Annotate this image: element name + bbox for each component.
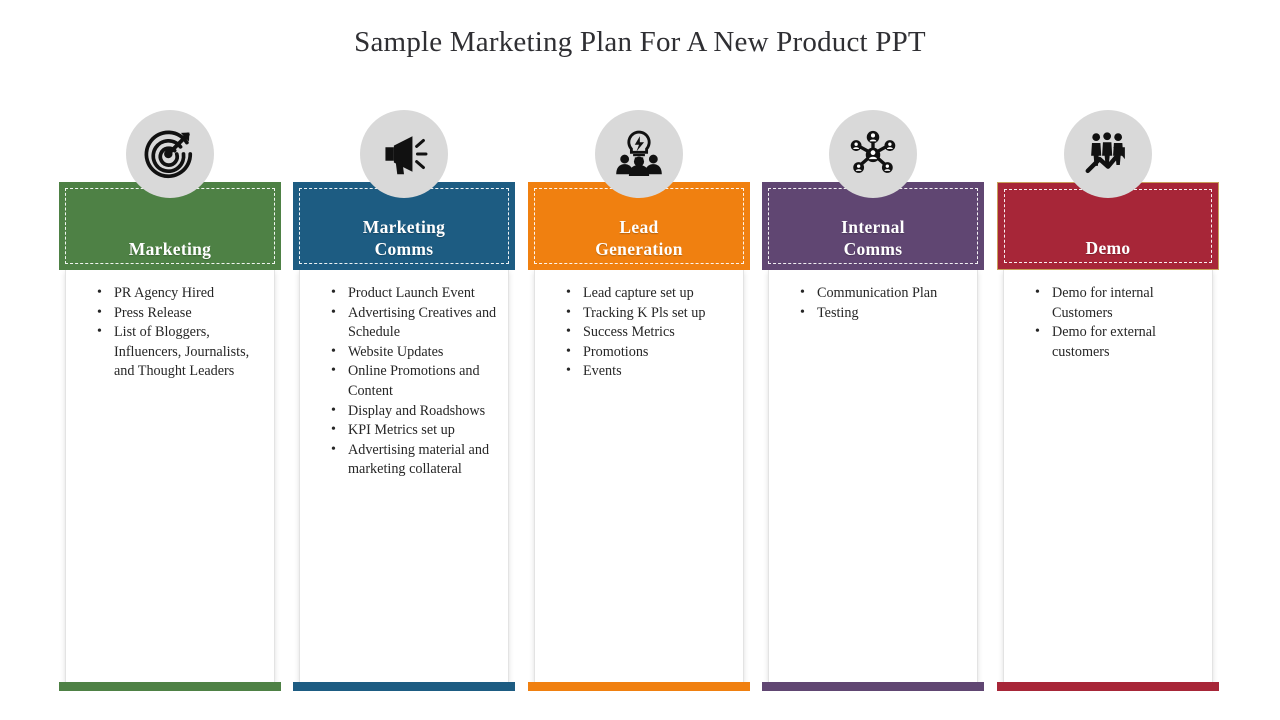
- list-item: Communication Plan: [775, 283, 971, 304]
- column-marketing-comms: Marketing Comms Product Launch Event Adv…: [286, 110, 522, 691]
- bottom-bar-marketing: [59, 682, 281, 691]
- body-card-internal-comms: Communication Plan Testing: [768, 270, 978, 682]
- list-item: Demo for external customers: [1010, 322, 1206, 362]
- bottom-bar-demo: [997, 682, 1219, 691]
- header-title: Marketing: [128, 239, 212, 260]
- body-card-marketing-comms: Product Launch Event Advertising Creativ…: [299, 270, 509, 682]
- column-demo: Demo Demo for internal Customers Demo fo…: [990, 110, 1226, 691]
- list-item: Promotions: [541, 342, 737, 363]
- slide-canvas: Sample Marketing Plan For A New Product …: [0, 0, 1280, 720]
- list-item: Press Release: [72, 303, 268, 324]
- megaphone-icon: [360, 110, 448, 198]
- people-growth-icon: [1064, 110, 1152, 198]
- list-item: PR Agency Hired: [72, 283, 268, 304]
- body-card-demo: Demo for internal Customers Demo for ext…: [1003, 270, 1213, 682]
- header-title: Lead Generation: [595, 217, 683, 260]
- bullet-list: Product Launch Event Advertising Creativ…: [306, 283, 502, 480]
- bottom-bar-internal-comms: [762, 682, 984, 691]
- bullet-list: Communication Plan Testing: [775, 283, 971, 324]
- list-item: Online Promotions and Content: [306, 361, 502, 401]
- list-item: Advertising material and marketing colla…: [306, 440, 502, 480]
- bullet-list: Demo for internal Customers Demo for ext…: [1010, 283, 1206, 362]
- idea-team-icon: [595, 110, 683, 198]
- target-arrow-icon: [126, 110, 214, 198]
- list-item: Display and Roadshows: [306, 401, 502, 422]
- list-item: Website Updates: [306, 342, 502, 363]
- body-card-marketing: PR Agency Hired Press Release List of Bl…: [65, 270, 275, 682]
- list-item: KPI Metrics set up: [306, 420, 502, 441]
- page-title: Sample Marketing Plan For A New Product …: [354, 26, 926, 58]
- column-internal-comms: Internal Comms Communication Plan Testin…: [755, 110, 991, 691]
- column-marketing: Marketing PR Agency Hired Press Release …: [52, 110, 288, 691]
- bullet-list: Lead capture set up Tracking K Pls set u…: [541, 283, 737, 382]
- bottom-bar-lead-generation: [528, 682, 750, 691]
- bullet-list: PR Agency Hired Press Release List of Bl…: [72, 283, 268, 382]
- body-card-lead-generation: Lead capture set up Tracking K Pls set u…: [534, 270, 744, 682]
- list-item: Advertising Creatives and Schedule: [306, 303, 502, 343]
- bottom-bar-marketing-comms: [293, 682, 515, 691]
- header-title: Internal Comms: [841, 217, 905, 260]
- list-item: Testing: [775, 303, 971, 324]
- list-item: Events: [541, 361, 737, 382]
- column-lead-generation: Lead Generation Lead capture set up Trac…: [521, 110, 757, 691]
- list-item: Tracking K Pls set up: [541, 303, 737, 324]
- list-item: List of Bloggers, Influencers, Journalis…: [72, 322, 268, 382]
- network-hub-icon: [829, 110, 917, 198]
- list-item: Demo for internal Customers: [1010, 283, 1206, 323]
- header-title: Marketing Comms: [362, 217, 446, 260]
- list-item: Product Launch Event: [306, 283, 502, 304]
- header-title: Demo: [1085, 238, 1131, 259]
- list-item: Lead capture set up: [541, 283, 737, 304]
- list-item: Success Metrics: [541, 322, 737, 343]
